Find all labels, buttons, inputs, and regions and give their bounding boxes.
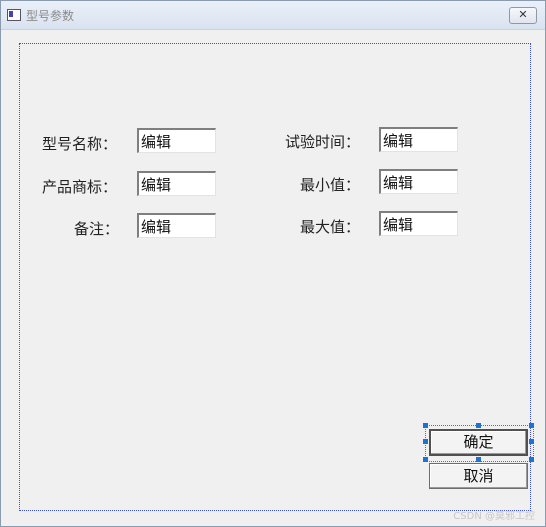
resize-handle-top-left[interactable] <box>423 423 428 428</box>
watermark-text: CSDN @莫邪工控 <box>453 511 535 522</box>
cancel-button[interactable]: 取消 <box>429 463 528 489</box>
min-value-label: 最小值： <box>300 176 361 194</box>
resize-handle-bottom-left[interactable] <box>423 457 428 462</box>
max-value-input[interactable] <box>379 211 458 236</box>
product-mark-label: 产品商标： <box>42 178 118 196</box>
ok-button[interactable]: 确定 <box>429 429 528 456</box>
max-value-label: 最大值： <box>300 218 361 236</box>
resize-handle-right[interactable] <box>529 439 534 444</box>
resize-handle-bottom-right[interactable] <box>529 457 534 462</box>
close-button[interactable]: ✕ <box>509 7 537 24</box>
resize-handle-top[interactable] <box>476 423 481 428</box>
model-name-input[interactable] <box>137 128 216 153</box>
model-name-label: 型号名称： <box>42 135 118 153</box>
test-time-label: 试验时间： <box>285 133 361 151</box>
title-bar[interactable]: 型号参数 ✕ <box>1 1 545 30</box>
dialog-window: 型号参数 ✕ 型号名称： 产品商标： 备注： 试验时间： 最小值： 最大值： 确… <box>0 0 546 527</box>
test-time-input[interactable] <box>379 127 458 152</box>
window-icon <box>7 9 21 21</box>
product-mark-input[interactable] <box>137 171 216 196</box>
resize-handle-bottom[interactable] <box>476 457 481 462</box>
remark-label: 备注： <box>74 220 120 238</box>
resize-handle-left[interactable] <box>423 439 428 444</box>
remark-input[interactable] <box>137 213 216 238</box>
resize-handle-top-right[interactable] <box>529 423 534 428</box>
min-value-input[interactable] <box>379 169 458 194</box>
window-title: 型号参数 <box>26 9 75 23</box>
